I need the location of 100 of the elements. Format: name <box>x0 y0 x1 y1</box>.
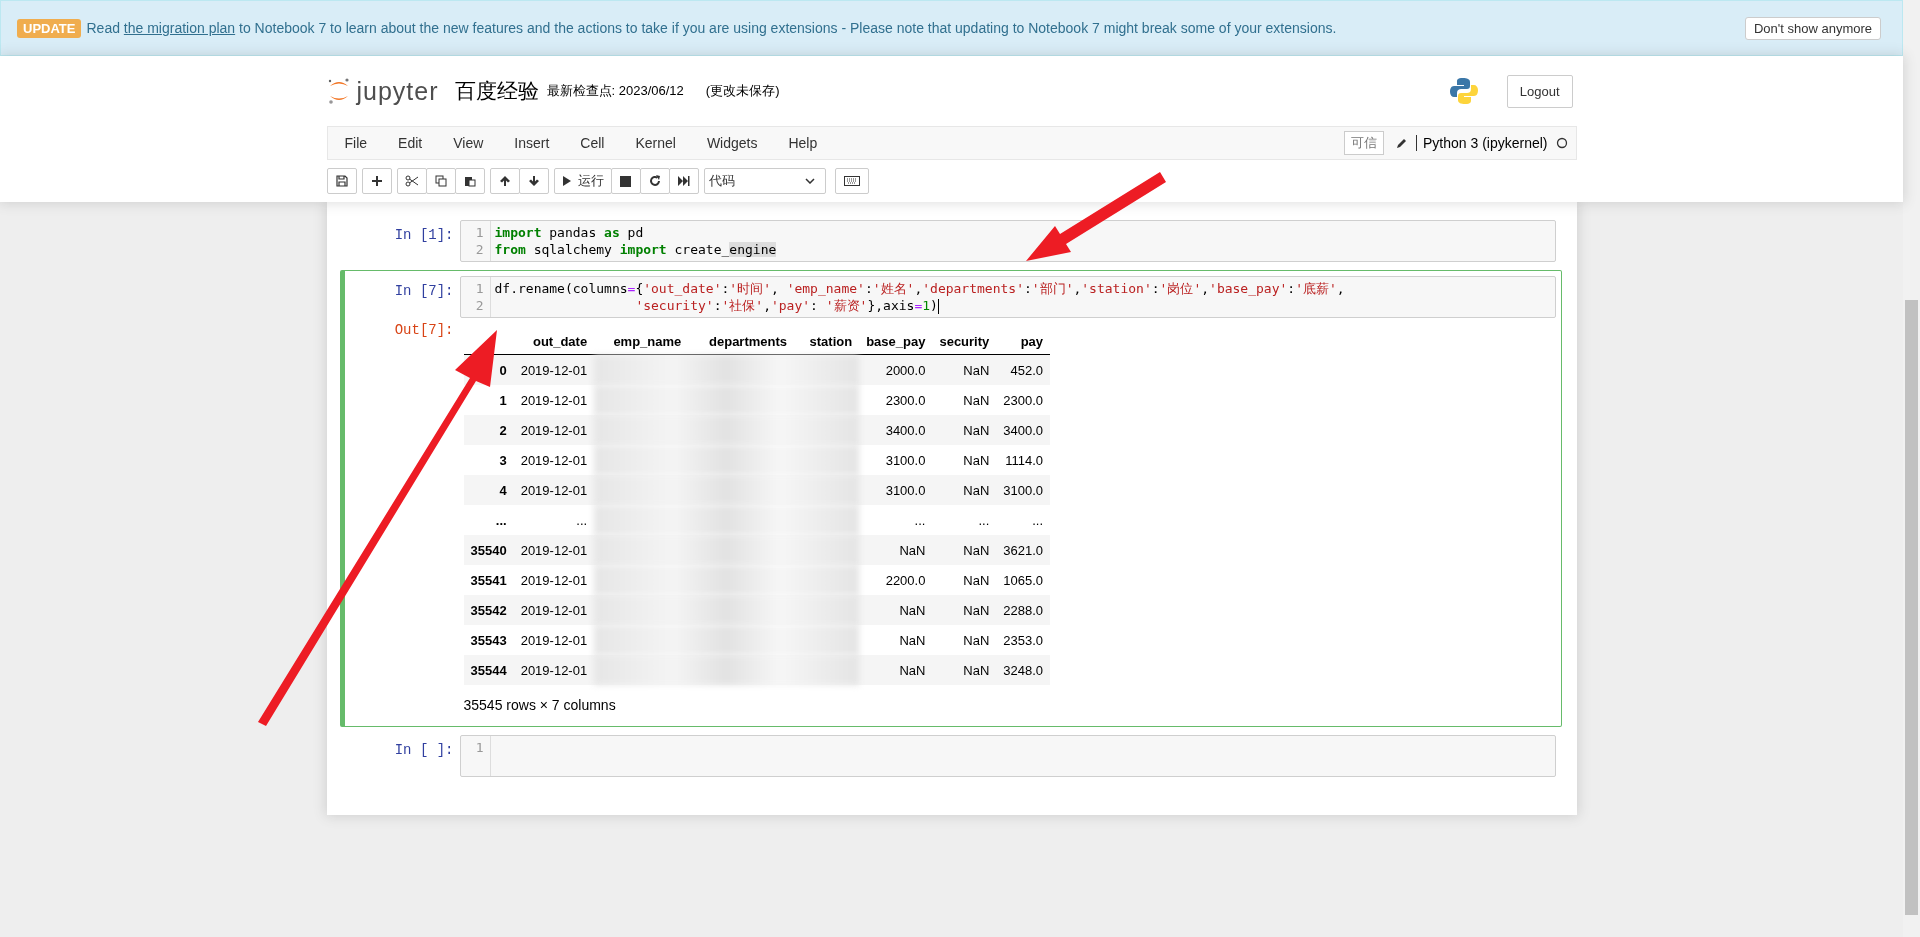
table-cell: 1065.0 <box>996 565 1051 595</box>
fast-forward-button[interactable] <box>668 168 699 194</box>
menu-item[interactable]: Cell <box>567 135 623 151</box>
dismiss-button[interactable]: Don't show anymore <box>1744 16 1881 40</box>
table-cell: 3400.0 <box>996 415 1051 445</box>
table-cell: 2300.0 <box>996 385 1051 415</box>
move-up-button[interactable] <box>489 168 520 194</box>
table-cell: 2019-12-01 <box>513 385 595 415</box>
table-cell: 2019-12-01 <box>513 625 595 655</box>
paste-icon <box>463 175 476 187</box>
play-icon <box>561 175 572 187</box>
row-index: ... <box>463 505 514 535</box>
caret-icon <box>804 178 815 184</box>
table-cell: NaN <box>932 655 997 685</box>
column-header: security <box>932 328 997 355</box>
table-cell: NaN <box>932 354 997 385</box>
code-cell[interactable]: In [1]: 1 2 import pandas as pd from sqlalchemy import create_engine <box>339 214 1562 268</box>
stop-button[interactable] <box>610 168 641 194</box>
table-cell: 3100.0 <box>859 445 933 475</box>
table-cell: 1114.0 <box>996 445 1051 475</box>
copy-icon <box>434 175 447 187</box>
table-cell: 2019-12-01 <box>513 475 595 505</box>
arrow-up-icon <box>498 175 511 187</box>
menu-item[interactable]: Widgets <box>693 135 776 151</box>
row-index: 35541 <box>463 565 514 595</box>
cell-type-dropdown[interactable]: 代码 <box>703 168 826 194</box>
pencil-icon[interactable] <box>1396 137 1408 149</box>
paste-button[interactable] <box>454 168 485 194</box>
row-index: 4 <box>463 475 514 505</box>
code-editor[interactable]: 1 2 import pandas as pd from sqlalchemy import create_engine <box>459 220 1556 262</box>
table-cell: 452.0 <box>996 354 1051 385</box>
code-cell[interactable] <box>339 270 1562 727</box>
table-cell: 3100.0 <box>996 475 1051 505</box>
table-cell: 2200.0 <box>859 565 933 595</box>
table-cell: 3621.0 <box>996 535 1051 565</box>
save-button[interactable] <box>326 168 357 194</box>
row-index: 35542 <box>463 595 514 625</box>
table-cell: NaN <box>932 475 997 505</box>
notebook-name[interactable]: 百度经验 <box>454 77 539 105</box>
migration-plan-link[interactable]: the migration plan <box>123 20 236 36</box>
stop-icon <box>620 175 631 187</box>
table-cell: NaN <box>932 445 997 475</box>
autosave-status: (更改未保存) <box>705 82 780 100</box>
code-editor[interactable]: 1 2 df.rename(columns={'out_date':'时间', 'emp_name':'姓名','departments':'部门','station':'岗位','base_pay':'底薪', 'security':'社保','pay': '薪资'},axis=1) <box>459 276 1556 318</box>
table-cell: 2000.0 <box>859 354 933 385</box>
table-cell: ... <box>932 505 997 535</box>
keyboard-icon <box>843 176 860 186</box>
table-cell: 2300.0 <box>859 385 933 415</box>
column-header: station <box>794 328 860 355</box>
restart-button[interactable] <box>639 168 670 194</box>
menu-item[interactable]: Edit <box>385 135 441 151</box>
table-cell: NaN <box>932 625 997 655</box>
input-prompt: In [1]: <box>393 226 455 243</box>
scrollbar-thumb[interactable] <box>1905 300 1918 915</box>
table-cell: NaN <box>932 595 997 625</box>
table-cell: 2288.0 <box>996 595 1051 625</box>
table-cell: ... <box>996 505 1051 535</box>
jupyter-wordmark[interactable]: jupyter <box>356 76 439 106</box>
logout-button[interactable]: Logout <box>1506 74 1573 108</box>
table-cell: 2019-12-01 <box>513 354 595 385</box>
table-cell: 2019-12-01 <box>513 595 595 625</box>
menu-item[interactable]: File <box>331 135 386 151</box>
code-cell[interactable]: In [ ]: 1 <box>339 729 1562 783</box>
kernel-name[interactable]: Python 3 (ipykernel) <box>1416 135 1548 151</box>
trusted-indicator[interactable]: 可信 <box>1344 131 1384 155</box>
table-cell: ... <box>513 505 595 535</box>
run-button[interactable]: 运行 <box>553 168 612 194</box>
table-cell: NaN <box>859 625 933 655</box>
table-cell: 2019-12-01 <box>513 535 595 565</box>
scissors-icon <box>404 175 419 187</box>
table-cell: NaN <box>932 385 997 415</box>
line-number: 1 <box>475 224 484 241</box>
menu-item[interactable]: Insert <box>501 135 568 151</box>
jupyter-logo-icon[interactable] <box>326 76 351 106</box>
column-header: departments <box>688 328 795 355</box>
column-header: pay <box>996 328 1051 355</box>
move-down-button[interactable] <box>518 168 549 194</box>
row-index: 0 <box>463 354 514 385</box>
code-line: df.rename(columns={'out_date':'时间', 'emp_name':'姓名','departments':'部门','station':'岗位','base_pay':'底薪', <box>494 281 1345 296</box>
column-header: emp_name <box>594 328 689 355</box>
code-line: import pandas as pd <box>494 225 644 240</box>
menu-item[interactable]: Kernel <box>622 135 694 151</box>
code-line: from sqlalchemy import create_engine <box>494 242 777 257</box>
table-cell: NaN <box>932 415 997 445</box>
table-cell: ... <box>859 505 933 535</box>
restart-icon <box>648 175 661 187</box>
add-cell-button[interactable] <box>361 168 392 194</box>
table-cell: NaN <box>932 535 997 565</box>
cut-button[interactable] <box>396 168 427 194</box>
code-line: 'security':'社保','pay': '薪资'},axis=1) <box>634 298 939 313</box>
input-prompt: In [7]: <box>393 282 455 299</box>
column-header: out_date <box>513 328 595 355</box>
menu-item[interactable]: Help <box>775 135 836 151</box>
kernel-idle-icon <box>1555 137 1568 149</box>
row-index: 35544 <box>463 655 514 685</box>
menu-item[interactable]: View <box>440 135 502 151</box>
table-cell: 3100.0 <box>859 475 933 505</box>
line-number: 1 <box>475 280 484 297</box>
keyboard-button[interactable] <box>834 168 869 194</box>
line-number: 2 <box>475 297 484 314</box>
